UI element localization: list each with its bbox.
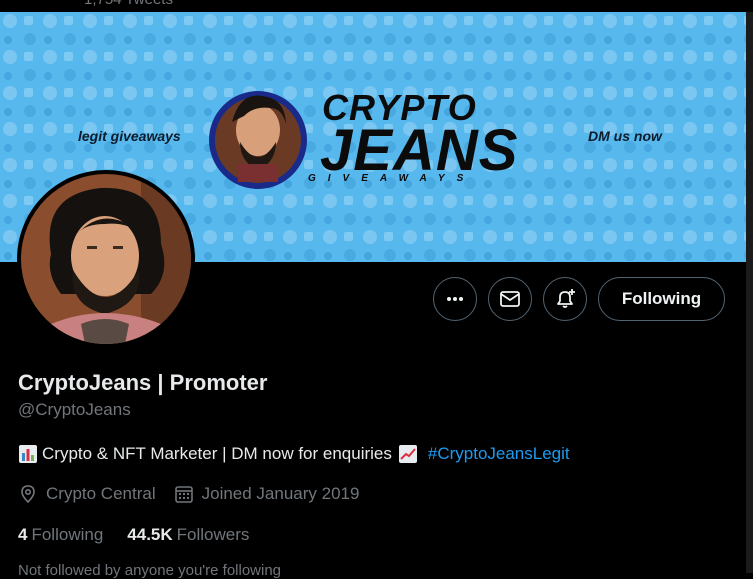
banner-logo-text: CRYPTO JEANS GIVEAWAYS <box>308 90 519 184</box>
following-stat-link[interactable]: 4 Following <box>18 525 103 545</box>
following-button[interactable]: Following <box>598 277 725 321</box>
bio-hashtag-link[interactable]: #CryptoJeansLegit <box>428 444 570 464</box>
profile-meta: Crypto Central Joined January 2019 <box>18 484 377 504</box>
followers-count: 44.5K <box>127 525 173 544</box>
logo-line-jeans: JEANS <box>320 118 519 183</box>
bar-chart-emoji-icon <box>19 445 37 463</box>
tweet-count: 1,754 Tweets <box>84 0 173 8</box>
location-item: Crypto Central <box>18 484 156 504</box>
location-pin-icon <box>21 485 35 504</box>
bell-plus-icon <box>557 289 575 308</box>
page-scrollbar[interactable] <box>746 12 753 573</box>
more-options-button[interactable] <box>433 277 477 321</box>
joined-item: Joined January 2019 <box>174 484 360 504</box>
followed-by-note: Not followed by anyone you're following <box>18 562 282 579</box>
location-text: Crypto Central <box>46 484 156 503</box>
tweet-count-header: 1,754 Tweets <box>0 0 753 12</box>
notify-button[interactable] <box>543 277 587 321</box>
bio-text: Crypto & NFT Marketer | DM now for enqui… <box>42 444 392 463</box>
following-count: 4 <box>18 525 28 544</box>
more-dots-icon <box>447 297 463 301</box>
profile-bio: Crypto & NFT Marketer | DM now for enqui… <box>18 444 570 464</box>
followers-stat-link[interactable]: 44.5K Followers <box>127 525 249 545</box>
followers-stat-label: Followers <box>176 525 250 544</box>
following-stat-label: Following <box>31 525 104 544</box>
profile-handle: @CryptoJeans <box>18 400 131 419</box>
banner-left-text: legit giveaways <box>78 128 181 144</box>
envelope-icon <box>500 291 520 307</box>
trending-up-emoji-icon <box>398 445 417 463</box>
profile-avatar[interactable] <box>17 170 195 348</box>
calendar-icon <box>174 486 193 503</box>
avatar-image <box>21 174 191 344</box>
banner-right-text: DM us now <box>588 128 662 144</box>
profile-stats: 4 Following 44.5K Followers <box>18 525 273 545</box>
profile-display-name: CryptoJeans | Promoter <box>18 370 268 395</box>
message-button[interactable] <box>488 277 532 321</box>
joined-text: Joined January 2019 <box>201 484 360 503</box>
